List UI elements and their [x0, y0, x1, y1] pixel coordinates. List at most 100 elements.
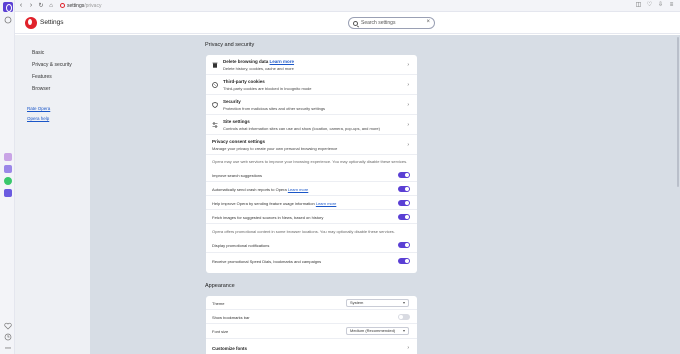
sidebar-messenger-icon[interactable] [4, 165, 12, 173]
privacy-card: Delete browsing data Learn more Delete h… [206, 55, 417, 273]
home-icon[interactable]: ⌂ [47, 2, 55, 10]
site-settings-row[interactable]: Site settings Controls what information … [206, 115, 417, 135]
privacy-consent-row[interactable]: Privacy consent settings Manage your pri… [206, 135, 417, 155]
speed-dial-icon[interactable] [4, 16, 12, 24]
settings-content: Privacy and security Delete browsing dat… [90, 35, 680, 354]
font-size-label: Font size [212, 329, 229, 334]
customize-fonts-row[interactable]: Customize fonts › [206, 339, 417, 354]
security-row[interactable]: Security Protection from malicious sites… [206, 95, 417, 115]
theme-label: Theme [212, 301, 225, 306]
url-host: settings [67, 3, 85, 9]
sliders-icon [212, 122, 218, 128]
improve-search-suggestions-toggle[interactable] [398, 172, 410, 178]
forward-icon[interactable]: › [27, 2, 35, 10]
settings-header: Settings × [15, 13, 680, 34]
reload-icon[interactable]: ↻ [37, 2, 45, 10]
appearance-section-title: Appearance [205, 283, 235, 289]
nav-basic[interactable]: Basic [32, 50, 44, 56]
font-size-select[interactable]: Medium (Recommended) ▾ [346, 327, 409, 335]
sidebar-whatsapp-icon[interactable] [4, 177, 12, 185]
address-bar: ‹ › ↻ ⌂ settings/privacy ◫ ♡ ⇩ ≡ [15, 0, 680, 12]
chevron-right-icon: › [407, 122, 409, 128]
opera-window: ‹ › ↻ ⌂ settings/privacy ◫ ♡ ⇩ ≡ Setting… [0, 0, 680, 354]
security-title: Security [223, 99, 241, 104]
nav-features[interactable]: Features [32, 74, 52, 80]
theme-row: Theme System ▾ [206, 296, 417, 310]
shield-icon [212, 102, 218, 108]
scrollbar[interactable] [676, 35, 680, 354]
clear-icon[interactable]: × [426, 19, 430, 25]
search-input[interactable] [361, 19, 421, 27]
feature-usage-toggle[interactable] [398, 200, 410, 206]
learn-more-link[interactable]: Learn more [288, 187, 308, 192]
font-size-value: Medium (Recommended) [350, 328, 396, 333]
back-icon[interactable]: ‹ [17, 2, 25, 10]
chevron-right-icon: › [407, 142, 409, 148]
promo-notifications-label: Display promotional notifications [212, 243, 270, 248]
opera-menu-icon[interactable] [3, 2, 13, 12]
browser-sidebar [0, 0, 15, 354]
history-icon[interactable] [4, 333, 12, 341]
nav-browser[interactable]: Browser [32, 86, 50, 92]
heart-icon[interactable]: ♡ [646, 2, 653, 9]
web-services-note-row: Opera may use web services to improve yo… [206, 155, 417, 168]
fetch-images-label: Fetch images for suggested sources in Ne… [212, 215, 324, 220]
camera-icon[interactable]: ◫ [635, 2, 642, 9]
learn-more-link[interactable]: Learn more [316, 201, 336, 206]
sidebar-player-icon[interactable] [4, 189, 12, 197]
chevron-right-icon: › [407, 102, 409, 108]
bookmarks-bar-label: Show bookmarks bar [212, 315, 250, 320]
settings-nav: Basic Privacy & security Features Browse… [15, 35, 90, 354]
opera-site-icon [60, 3, 65, 8]
third-party-cookies-row[interactable]: Third-party cookies Third-party cookies … [206, 75, 417, 95]
delete-browsing-data-row[interactable]: Delete browsing data Learn more Delete h… [206, 55, 417, 75]
toggle-row: Fetch images for suggested sources in Ne… [206, 210, 417, 224]
crash-reports-toggle[interactable] [398, 186, 410, 192]
toggle-row: Help improve Opera by sending feature us… [206, 196, 417, 210]
opera-logo [25, 17, 37, 29]
privacy-consent-title: Privacy consent settings [212, 139, 266, 144]
promo-speed-dials-toggle[interactable] [398, 258, 410, 264]
url-field[interactable]: settings/privacy [60, 3, 101, 9]
trash-icon [212, 62, 218, 68]
sidebar-app-icon[interactable] [4, 153, 12, 161]
improve-search-suggestions-label: Improve search suggestions [212, 173, 263, 178]
download-icon[interactable]: ⇩ [657, 2, 664, 9]
toggle-row: Automatically send crash reports to Oper… [206, 182, 417, 196]
chevron-right-icon: › [407, 345, 409, 351]
web-services-note: Opera may use web services to improve yo… [212, 159, 408, 164]
search-settings[interactable]: × [348, 17, 435, 29]
feature-usage-label: Help improve Opera by sending feature us… [212, 201, 315, 206]
third-party-cookies-desc: Third-party cookies are blocked in Incog… [223, 86, 312, 91]
bookmarks-bar-toggle[interactable] [398, 314, 410, 320]
theme-select[interactable]: System ▾ [346, 299, 409, 307]
search-icon [353, 21, 358, 26]
promo-note-row: Opera offers promotional content in some… [206, 224, 417, 238]
privacy-consent-desc: Manage your privacy to create your own p… [212, 146, 338, 151]
security-desc: Protection from malicious sites and othe… [223, 106, 326, 111]
delete-browsing-data-title: Delete browsing data [223, 59, 269, 64]
toggle-row: Improve search suggestions [206, 168, 417, 182]
fetch-images-toggle[interactable] [398, 214, 410, 220]
toggle-row: Receive promotional Speed Dials, bookmar… [206, 253, 417, 270]
scrollbar-thumb[interactable] [677, 37, 679, 187]
chevron-right-icon: › [407, 82, 409, 88]
cookie-icon [212, 82, 218, 88]
learn-more-link[interactable]: Learn more [270, 59, 295, 64]
rate-opera-link[interactable]: Rate Opera [27, 106, 50, 111]
heart-icon[interactable] [4, 322, 12, 330]
opera-help-link[interactable]: Opera help [27, 116, 49, 121]
third-party-cookies-title: Third-party cookies [223, 79, 265, 84]
delete-browsing-data-desc: Delete history, cookies, cache and more [223, 66, 294, 71]
nav-privacy-security[interactable]: Privacy & security [32, 62, 72, 68]
promo-speed-dials-label: Receive promotional Speed Dials, bookmar… [212, 259, 322, 264]
page-title: Settings [40, 19, 64, 26]
appearance-card: Theme System ▾ Show bookmarks bar Font si… [206, 296, 417, 354]
site-settings-title: Site settings [223, 119, 250, 124]
chevron-down-icon: ▾ [402, 328, 405, 333]
bookmarks-row: Show bookmarks bar [206, 310, 417, 324]
menu-icon[interactable]: ≡ [668, 2, 675, 9]
more-icon[interactable] [4, 344, 12, 352]
font-size-row: Font size Medium (Recommended) ▾ [206, 324, 417, 339]
promo-notifications-toggle[interactable] [398, 242, 410, 248]
